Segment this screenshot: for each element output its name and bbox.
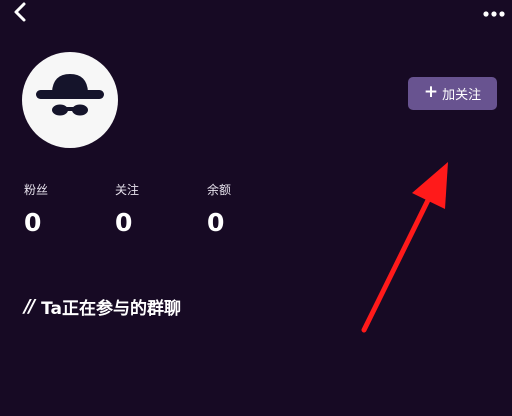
back-button[interactable]	[6, 0, 34, 28]
stat-following-value: 0	[115, 208, 133, 237]
incognito-hat-glasses-icon	[36, 74, 104, 116]
stat-following[interactable]: 关注 0	[115, 182, 139, 238]
more-horizontal-icon	[483, 11, 505, 17]
stat-fans-value: 0	[24, 208, 42, 237]
chevron-left-icon	[14, 2, 26, 22]
stat-balance-label: 余额	[207, 183, 232, 197]
avatar[interactable]	[22, 52, 118, 148]
stat-balance[interactable]: 余额 0	[207, 182, 231, 238]
stat-fans[interactable]: 粉丝 0	[24, 182, 48, 238]
section-title-text: Ta正在参与的群聊	[41, 299, 182, 319]
follow-button[interactable]: + 加关注	[408, 77, 497, 110]
plus-icon: +	[423, 82, 439, 102]
section-marker: //	[24, 296, 35, 317]
stat-fans-label: 粉丝	[24, 183, 49, 197]
more-options-button[interactable]	[480, 2, 508, 24]
section-title: // Ta正在参与的群聊	[24, 294, 181, 319]
follow-button-label: 加关注	[442, 88, 482, 103]
stat-following-label: 关注	[115, 183, 140, 197]
stat-balance-value: 0	[207, 208, 225, 237]
